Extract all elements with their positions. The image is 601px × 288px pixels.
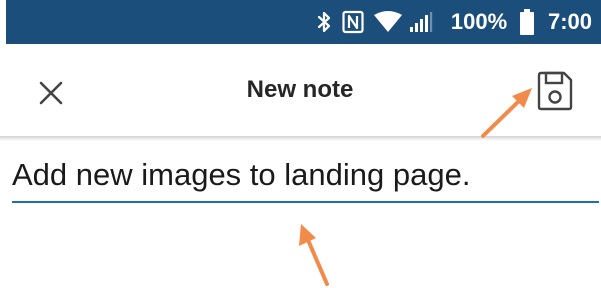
nfc-icon xyxy=(340,0,366,44)
note-field-underline xyxy=(12,201,599,203)
battery-percent-container: 100% xyxy=(446,0,512,44)
wifi-icon xyxy=(372,0,404,44)
close-icon xyxy=(39,81,63,105)
bluetooth-icon xyxy=(314,0,334,44)
close-button[interactable] xyxy=(28,70,74,116)
new-note-screen: 100% 7:00 New note xyxy=(0,0,601,288)
note-text-field[interactable] xyxy=(12,150,601,200)
signal-icon xyxy=(408,0,434,44)
clock-time: 7:00 xyxy=(547,9,593,34)
page-title: New note xyxy=(246,76,354,103)
clock-container: 7:00 xyxy=(542,0,598,44)
save-icon xyxy=(537,71,573,111)
app-bar-divider xyxy=(0,136,601,141)
note-field-arrow xyxy=(299,224,329,286)
app-bar: New note xyxy=(0,44,601,136)
status-bar: 100% 7:00 xyxy=(6,0,601,44)
battery-icon xyxy=(516,0,538,44)
battery-percent: 100% xyxy=(450,9,508,34)
save-button[interactable] xyxy=(532,68,578,114)
